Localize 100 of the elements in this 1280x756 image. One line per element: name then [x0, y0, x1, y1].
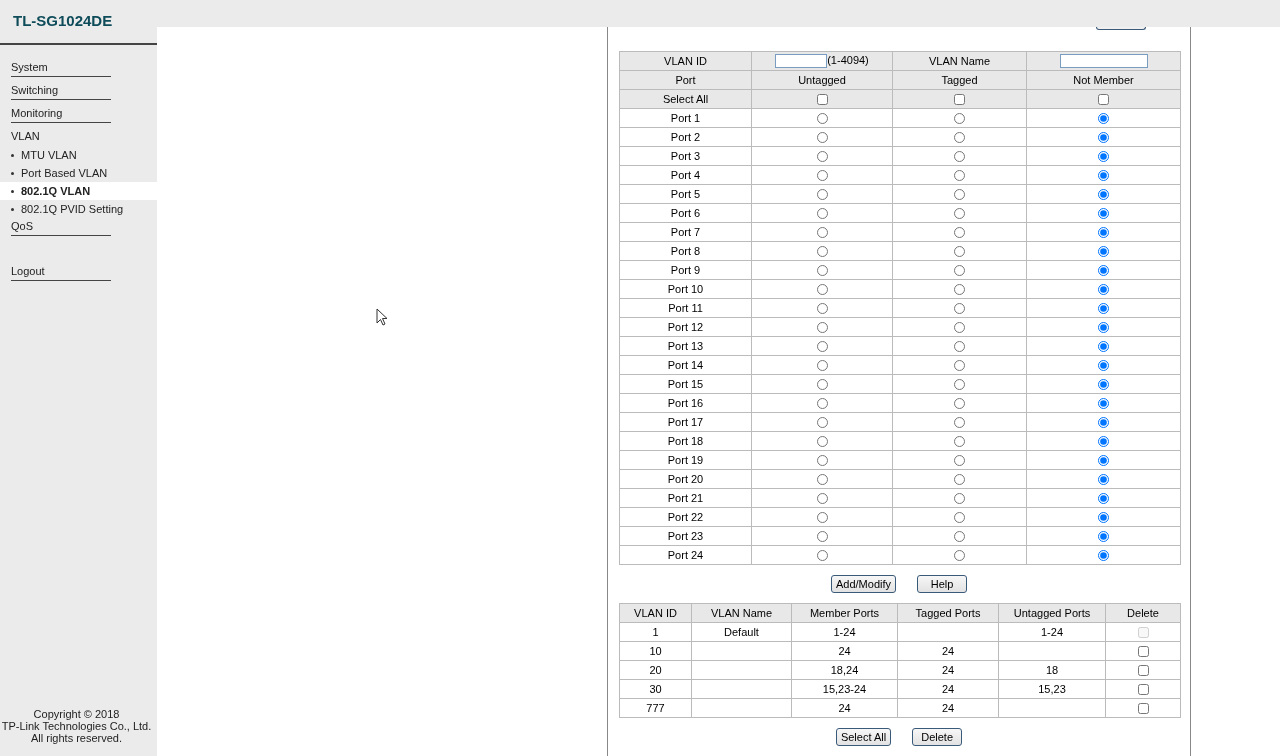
radio-button[interactable] [816, 246, 828, 258]
menu-item[interactable]: Switching [11, 82, 111, 100]
radio-button[interactable] [816, 398, 828, 410]
submenu-item[interactable]: 802.1Q VLAN [0, 182, 157, 200]
radio-button[interactable] [954, 455, 965, 467]
radio-button[interactable] [816, 512, 828, 524]
radio-button[interactable] [954, 436, 965, 448]
radio-button[interactable] [1098, 550, 1109, 562]
submenu-item[interactable]: MTU VLAN [0, 146, 157, 164]
radio-button[interactable] [816, 189, 828, 201]
checkbox[interactable] [1137, 646, 1149, 658]
radio-button[interactable] [954, 398, 965, 410]
radio-button[interactable] [1098, 531, 1109, 543]
radio-button[interactable] [816, 113, 828, 125]
radio-button[interactable] [1098, 246, 1109, 258]
checkbox[interactable] [1098, 94, 1109, 106]
button[interactable]: Select All [835, 728, 892, 746]
radio-button[interactable] [1098, 512, 1109, 524]
radio-button[interactable] [954, 474, 965, 486]
checkbox[interactable] [816, 94, 828, 106]
radio-button[interactable] [816, 132, 828, 144]
radio-button[interactable] [816, 417, 828, 429]
checkbox[interactable] [1137, 684, 1149, 696]
radio-button[interactable] [954, 170, 965, 182]
menu-item[interactable]: VLAN [0, 128, 157, 144]
radio-button[interactable] [1098, 493, 1109, 505]
radio-button[interactable] [816, 303, 828, 315]
submenu-item[interactable]: Port Based VLAN [0, 164, 157, 182]
menu-item[interactable]: System [11, 59, 111, 77]
radio-button[interactable] [1098, 303, 1109, 315]
radio-button[interactable] [1098, 398, 1109, 410]
radio-button[interactable] [1098, 113, 1109, 125]
button[interactable]: Delete [912, 728, 963, 746]
checkbox[interactable] [1137, 665, 1149, 677]
radio-button[interactable] [954, 512, 965, 524]
checkbox[interactable] [1137, 703, 1149, 715]
checkbox[interactable] [954, 94, 965, 106]
radio-button[interactable] [954, 417, 965, 429]
radio-button[interactable] [1098, 455, 1109, 467]
radio-button[interactable] [1098, 322, 1109, 334]
radio-button[interactable] [816, 493, 828, 505]
radio-button[interactable] [816, 531, 828, 543]
radio-button[interactable] [954, 132, 965, 144]
radio-button[interactable] [816, 151, 828, 163]
input-field[interactable] [775, 54, 828, 69]
table-cell: 24 [791, 641, 898, 661]
radio-button[interactable] [954, 379, 965, 391]
table-cell: Port 5 [619, 184, 752, 204]
menu-item[interactable]: QoS [11, 218, 111, 236]
radio-button[interactable] [1098, 417, 1109, 429]
radio-button[interactable] [816, 379, 828, 391]
button[interactable]: Help [917, 575, 967, 593]
radio-button[interactable] [816, 341, 828, 353]
radio-button[interactable] [954, 246, 965, 258]
menu-item[interactable]: Monitoring [11, 105, 111, 123]
radio-button[interactable] [954, 151, 965, 163]
radio-button[interactable] [1098, 132, 1109, 144]
radio-button[interactable] [816, 360, 828, 372]
radio-button[interactable] [954, 303, 965, 315]
radio-button[interactable] [1098, 341, 1109, 353]
radio-button[interactable] [954, 113, 965, 125]
button[interactable] [1096, 27, 1146, 30]
radio-button[interactable] [1098, 170, 1109, 182]
radio-button[interactable] [1098, 151, 1109, 163]
radio-button[interactable] [816, 455, 828, 467]
radio-button[interactable] [954, 493, 965, 505]
bullet-icon [11, 153, 14, 157]
menu-item[interactable]: Logout [11, 263, 111, 281]
radio-button[interactable] [816, 322, 828, 334]
radio-button[interactable] [954, 341, 965, 353]
radio-button[interactable] [1098, 474, 1109, 486]
submenu-item[interactable]: 802.1Q PVID Setting [0, 200, 157, 218]
radio-button[interactable] [816, 265, 828, 277]
button[interactable]: Add/Modify [831, 575, 896, 593]
radio-button[interactable] [1098, 227, 1109, 239]
radio-button[interactable] [816, 436, 828, 448]
radio-button[interactable] [816, 474, 828, 486]
radio-button[interactable] [816, 550, 828, 562]
radio-button[interactable] [954, 265, 965, 277]
radio-button[interactable] [954, 322, 965, 334]
radio-button[interactable] [1098, 284, 1109, 296]
radio-button[interactable] [1098, 265, 1109, 277]
radio-button[interactable] [954, 550, 965, 562]
radio-button[interactable] [1098, 208, 1109, 220]
radio-button[interactable] [816, 170, 828, 182]
radio-button[interactable] [1098, 360, 1109, 372]
radio-button[interactable] [816, 284, 828, 296]
radio-button[interactable] [954, 208, 965, 220]
radio-button[interactable] [1098, 436, 1109, 448]
input-field[interactable] [1059, 54, 1148, 69]
radio-button[interactable] [954, 360, 965, 372]
radio-button[interactable] [816, 227, 828, 239]
radio-button[interactable] [954, 227, 965, 239]
table-cell: 777 [619, 698, 692, 718]
radio-button[interactable] [816, 208, 828, 220]
radio-button[interactable] [954, 284, 965, 296]
radio-button[interactable] [954, 189, 965, 201]
radio-button[interactable] [1098, 189, 1109, 201]
radio-button[interactable] [1098, 379, 1109, 391]
radio-button[interactable] [954, 531, 965, 543]
